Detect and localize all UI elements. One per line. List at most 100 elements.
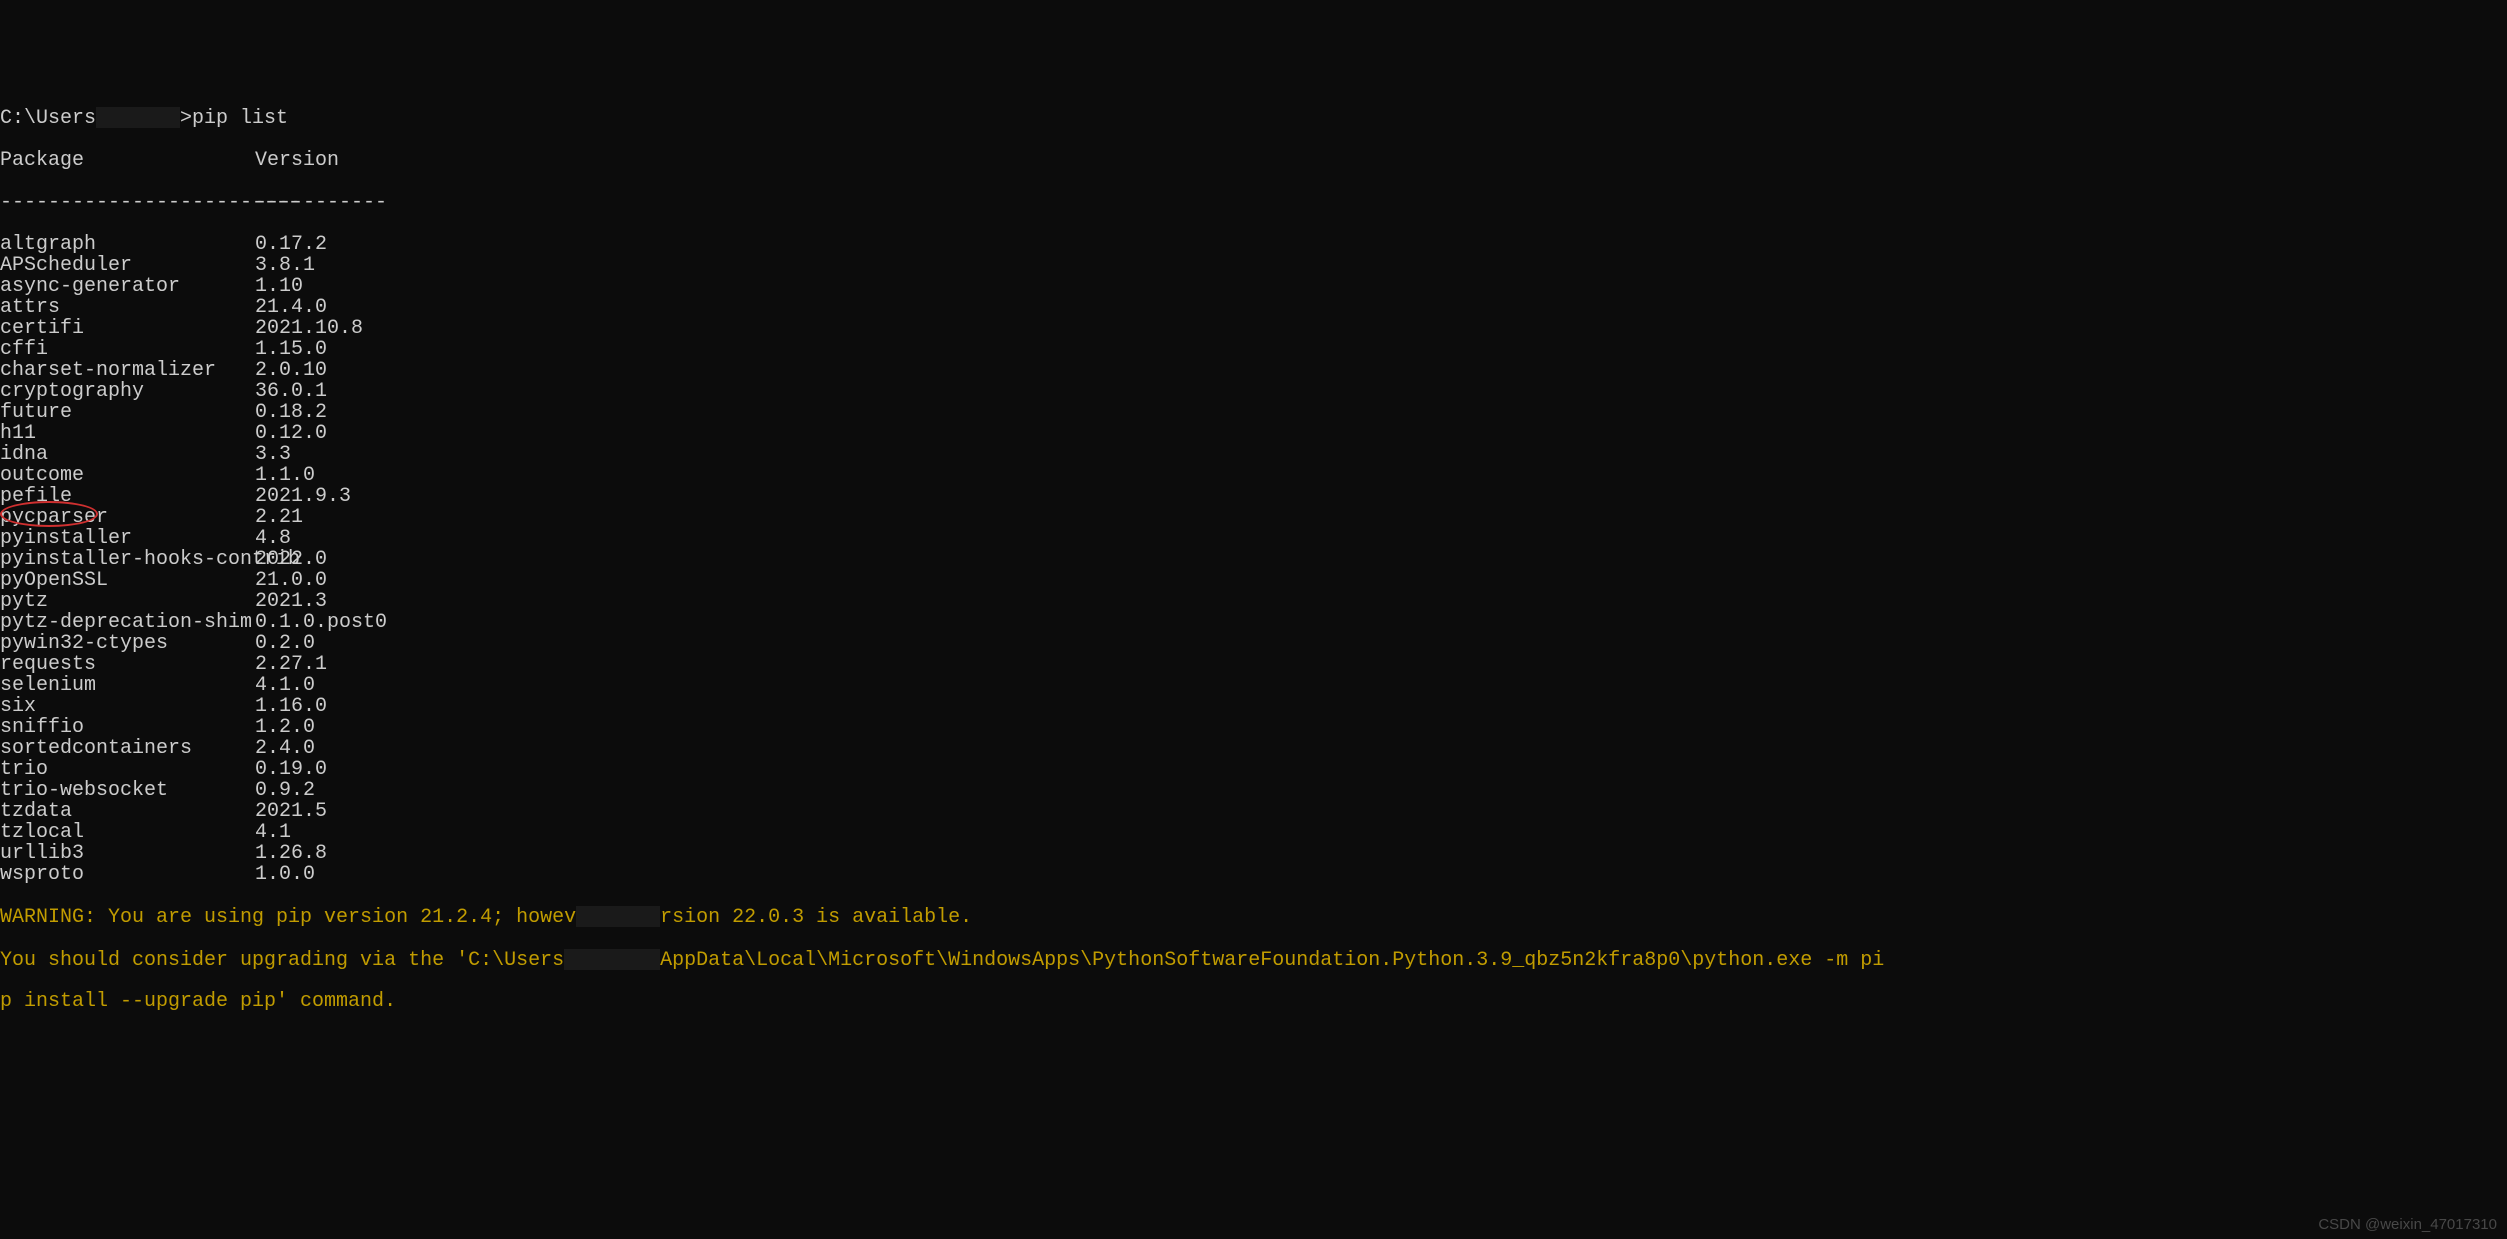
package-name: future [0, 402, 255, 423]
package-name: cffi [0, 339, 255, 360]
package-name: outcome [0, 465, 255, 486]
package-row: cffi1.15.0 [0, 339, 2507, 360]
package-name: wsproto [0, 864, 255, 885]
package-row: pyinstaller-hooks-contrib2022.0 [0, 549, 2507, 570]
package-name: sortedcontainers [0, 738, 255, 759]
package-row: sortedcontainers2.4.0 [0, 738, 2507, 759]
package-row: async-generator1.10 [0, 276, 2507, 297]
package-row: charset-normalizer2.0.10 [0, 360, 2507, 381]
package-name: tzlocal [0, 822, 255, 843]
package-name: pycparser [0, 507, 255, 528]
divider-right: ----------- [255, 192, 387, 213]
package-version: 21.4.0 [255, 297, 327, 318]
package-row: pywin32-ctypes0.2.0 [0, 633, 2507, 654]
package-name: pytz [0, 591, 255, 612]
package-name: attrs [0, 297, 255, 318]
package-name: charset-normalizer [0, 360, 255, 381]
package-row: idna3.3 [0, 444, 2507, 465]
package-row: h110.12.0 [0, 423, 2507, 444]
package-version: 2021.10.8 [255, 318, 363, 339]
package-name: pyinstaller-hooks-contrib [0, 549, 255, 570]
package-version: 4.1 [255, 822, 291, 843]
package-name: pefile [0, 486, 255, 507]
package-row: six1.16.0 [0, 696, 2507, 717]
package-version: 3.8.1 [255, 255, 315, 276]
package-name: pywin32-ctypes [0, 633, 255, 654]
package-name: cryptography [0, 381, 255, 402]
package-name: selenium [0, 675, 255, 696]
package-version: 2.4.0 [255, 738, 315, 759]
package-name: tzdata [0, 801, 255, 822]
package-version: 0.18.2 [255, 402, 327, 423]
package-name: pytz-deprecation-shim [0, 612, 255, 633]
package-name: certifi [0, 318, 255, 339]
package-row: outcome1.1.0 [0, 465, 2507, 486]
package-version: 1.0.0 [255, 864, 315, 885]
package-version: 0.9.2 [255, 780, 315, 801]
warning-text: WARNING: You are using pip version 21.2.… [0, 906, 576, 929]
prompt-redacted [96, 107, 180, 128]
package-row: tzlocal4.1 [0, 822, 2507, 843]
package-version: 1.2.0 [255, 717, 315, 738]
package-name: urllib3 [0, 843, 255, 864]
package-version: 36.0.1 [255, 381, 327, 402]
package-row: requests2.27.1 [0, 654, 2507, 675]
package-row: future0.18.2 [0, 402, 2507, 423]
package-row: pefile2021.9.3 [0, 486, 2507, 507]
package-row: pyinstaller4.8 [0, 528, 2507, 549]
package-version: 2.0.10 [255, 360, 327, 381]
package-version: 2021.3 [255, 591, 327, 612]
package-version: 1.16.0 [255, 696, 327, 717]
package-row: urllib31.26.8 [0, 843, 2507, 864]
package-version: 0.19.0 [255, 759, 327, 780]
header-row: PackageVersion [0, 150, 2507, 171]
prompt-command: >pip list [180, 107, 288, 130]
prompt-prefix: C:\Users [0, 107, 96, 130]
package-name: trio [0, 759, 255, 780]
package-version: 2022.0 [255, 549, 327, 570]
package-version: 2.27.1 [255, 654, 327, 675]
package-version: 0.2.0 [255, 633, 315, 654]
package-list: altgraph0.17.2APScheduler3.8.1async-gene… [0, 234, 2507, 885]
package-row: altgraph0.17.2 [0, 234, 2507, 255]
warning-text: You should consider upgrading via the 'C… [0, 948, 564, 971]
package-name: pyinstaller [0, 528, 255, 549]
package-version: 2.21 [255, 507, 303, 528]
package-version: 1.26.8 [255, 843, 327, 864]
warning-redacted [564, 949, 660, 970]
divider-row: ------------------------------------ [0, 192, 2507, 213]
package-row: tzdata2021.5 [0, 801, 2507, 822]
warning-text: AppData\Local\Microsoft\WindowsApps\Pyth… [660, 948, 1884, 971]
package-name: trio-websocket [0, 780, 255, 801]
package-row: cryptography36.0.1 [0, 381, 2507, 402]
package-name: sniffio [0, 717, 255, 738]
warning-text: rsion 22.0.3 is available. [660, 906, 972, 929]
package-row: trio0.19.0 [0, 759, 2507, 780]
package-name: altgraph [0, 234, 255, 255]
package-name: six [0, 696, 255, 717]
package-version: 0.1.0.post0 [255, 612, 387, 633]
package-version: 1.10 [255, 276, 303, 297]
header-package: Package [0, 150, 255, 171]
package-row: APScheduler3.8.1 [0, 255, 2507, 276]
package-version: 0.12.0 [255, 423, 327, 444]
package-name: idna [0, 444, 255, 465]
package-row: sniffio1.2.0 [0, 717, 2507, 738]
package-name: requests [0, 654, 255, 675]
package-row: pycparser2.21 [0, 507, 2507, 528]
header-version: Version [255, 150, 339, 171]
package-row: trio-websocket0.9.2 [0, 780, 2507, 801]
terminal-output: C:\Users >pip list PackageVersion ------… [0, 86, 2507, 1033]
package-version: 1.15.0 [255, 339, 327, 360]
warning-line-2: You should consider upgrading via the 'C… [0, 949, 2507, 971]
package-name: async-generator [0, 276, 255, 297]
warning-redacted [576, 906, 660, 927]
warning-line-3: p install --upgrade pip' command. [0, 991, 2507, 1012]
package-name: h11 [0, 423, 255, 444]
package-row: certifi2021.10.8 [0, 318, 2507, 339]
package-version: 3.3 [255, 444, 291, 465]
package-version: 2021.5 [255, 801, 327, 822]
package-row: pytz2021.3 [0, 591, 2507, 612]
package-row: selenium4.1.0 [0, 675, 2507, 696]
package-row: pytz-deprecation-shim0.1.0.post0 [0, 612, 2507, 633]
